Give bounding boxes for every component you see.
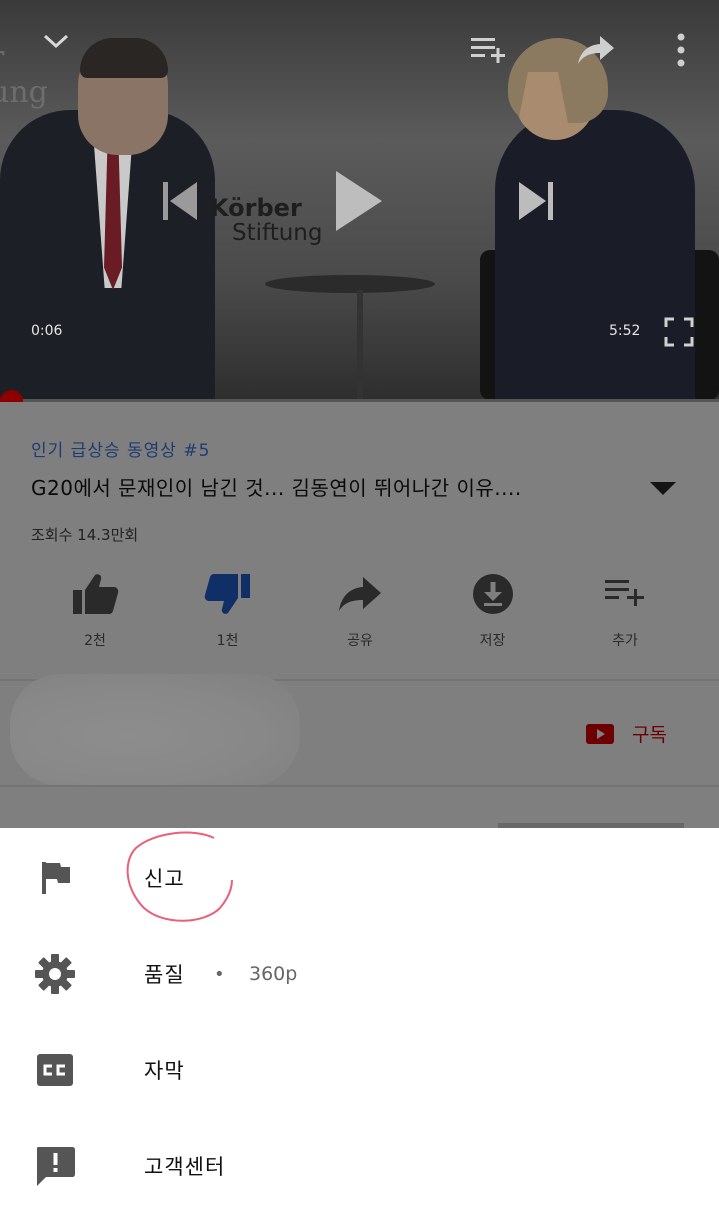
youtube-logo-icon xyxy=(586,723,614,744)
playlist-add-icon xyxy=(603,572,647,616)
more-options-icon[interactable] xyxy=(664,30,698,70)
menu-item-quality[interactable]: 품질 • 360p xyxy=(0,926,719,1022)
share-video-icon[interactable] xyxy=(573,30,619,70)
side-table xyxy=(265,275,435,293)
speaker-right-body xyxy=(495,110,695,400)
fullscreen-icon[interactable] xyxy=(660,313,698,351)
divider-bottom xyxy=(0,785,719,787)
add-label: 추가 xyxy=(612,633,638,649)
expand-description-icon[interactable] xyxy=(650,482,676,495)
annotation-circle xyxy=(126,831,233,922)
options-bottom-sheet: 신고 품질 • 360p 자막 고객센터 xyxy=(0,828,719,1228)
video-title: G20에서 문재인이 남긴 것... 김동연이 뛰어나간 이유.... xyxy=(31,476,522,500)
add-to-playlist-icon[interactable] xyxy=(466,30,512,70)
like-button[interactable]: 2천 xyxy=(30,572,160,650)
flag-icon xyxy=(32,855,78,901)
backdrop-logo: Körber Stiftung xyxy=(210,194,323,247)
gear-icon xyxy=(32,951,78,997)
view-count: 조회수 14.3만회 xyxy=(31,526,139,544)
closed-captions-icon xyxy=(32,1047,78,1093)
menu-item-report[interactable]: 신고 xyxy=(0,830,719,926)
feedback-icon xyxy=(32,1143,78,1189)
trending-badge[interactable]: 인기 급상승 동영상 #5 xyxy=(31,436,210,461)
play-icon[interactable] xyxy=(325,163,391,239)
video-info-panel: 인기 급상승 동영상 #5 G20에서 문재인이 남긴 것... 김동연이 뛰어… xyxy=(0,402,719,828)
quality-separator: • xyxy=(214,963,225,985)
channel-info-blurred[interactable] xyxy=(10,674,300,786)
subscribe-label: 구독 xyxy=(632,724,667,746)
video-player[interactable]: rung ung KörberStiftung 0:06 5:52 xyxy=(0,0,719,400)
captions-label: 자막 xyxy=(144,1059,185,1083)
save-label: 저장 xyxy=(479,633,506,649)
duration: 5:52 xyxy=(609,323,641,339)
speaker-left-hair xyxy=(80,38,168,78)
help-center-label: 고객센터 xyxy=(144,1155,226,1179)
dislike-button[interactable]: 1천 xyxy=(163,572,293,650)
next-video-icon[interactable] xyxy=(512,176,564,226)
minimize-chevron-icon[interactable] xyxy=(36,24,76,58)
menu-item-help[interactable]: 고객센터 xyxy=(0,1118,719,1214)
previous-video-icon[interactable] xyxy=(152,176,204,226)
share-label: 공유 xyxy=(347,633,373,649)
quality-label: 품질 xyxy=(144,963,185,987)
share-icon xyxy=(337,572,383,616)
dislike-count: 1천 xyxy=(216,633,239,649)
quality-value: 360p xyxy=(249,963,298,985)
share-button[interactable]: 공유 xyxy=(295,572,425,650)
menu-item-captions[interactable]: 자막 xyxy=(0,1022,719,1118)
download-icon xyxy=(471,572,515,616)
action-bar: 2천 1천 공유 저장 추가 xyxy=(30,572,690,650)
subscribe-button[interactable]: 구독 xyxy=(586,720,667,747)
side-table-leg xyxy=(357,290,363,400)
thumbs-down-icon xyxy=(204,572,252,616)
current-time: 0:06 xyxy=(31,323,63,339)
thumbs-up-icon xyxy=(71,572,119,616)
add-button[interactable]: 추가 xyxy=(560,572,690,650)
like-count: 2천 xyxy=(84,633,106,649)
save-button[interactable]: 저장 xyxy=(428,572,558,650)
